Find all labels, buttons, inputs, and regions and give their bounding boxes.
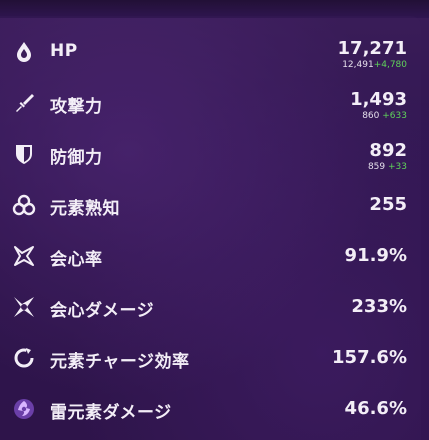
stat-value: 892 <box>369 140 407 161</box>
stat-row-energy-recharge: 元素チャージ効率 157.6% <box>0 334 421 382</box>
stat-base: 859 <box>367 162 386 172</box>
stat-label: 会心ダメージ <box>50 301 155 321</box>
stat-row-elemental-mastery: 元素熟知 255 <box>0 181 421 229</box>
stat-base: 860 <box>362 111 380 121</box>
stat-value: 1,493 <box>350 89 407 110</box>
stat-value: 233% <box>351 296 407 317</box>
shield-icon <box>12 142 36 166</box>
stat-breakdown: 12,491+4,780 <box>342 60 407 70</box>
energy-recharge-icon <box>12 346 36 370</box>
stat-row-hp: HP 17,271 12,491+4,780 <box>0 28 421 76</box>
stat-breakdown: 860 +633 <box>362 111 407 121</box>
stat-row-crit-damage: 会心ダメージ 233% <box>0 283 421 331</box>
stat-bonus: +4,780 <box>373 60 407 70</box>
stat-row-def: 防御力 892 859 +33 <box>0 130 421 178</box>
stat-label: 防御力 <box>50 148 103 168</box>
stat-row-electro-damage: 雷元素ダメージ 46.6% <box>0 385 421 433</box>
stat-breakdown: 859 +33 <box>368 162 407 172</box>
crit-damage-icon <box>12 295 36 319</box>
character-stats-screen: HP 17,271 12,491+4,780 攻撃力 1,493 860 +63… <box>0 0 429 440</box>
stat-label: HP <box>50 41 78 61</box>
crit-rate-icon <box>12 244 36 268</box>
stat-base: 12,491 <box>342 60 374 70</box>
stat-value: 255 <box>369 194 407 215</box>
stat-row-atk: 攻撃力 1,493 860 +633 <box>0 79 421 127</box>
stat-value: 157.6% <box>332 347 407 368</box>
stat-label: 元素チャージ効率 <box>50 352 190 372</box>
elemental-mastery-icon <box>12 193 36 217</box>
sword-icon <box>12 91 36 115</box>
stat-label: 元素熟知 <box>50 199 120 219</box>
stat-value: 91.9% <box>344 245 407 266</box>
electro-damage-icon <box>12 397 36 421</box>
stat-value: 46.6% <box>344 398 407 419</box>
stat-label: 会心率 <box>50 250 103 270</box>
stat-row-crit-rate: 会心率 91.9% <box>0 232 421 280</box>
stat-bonus: +633 <box>382 111 407 121</box>
hp-drop-icon <box>12 40 36 64</box>
stat-label: 雷元素ダメージ <box>50 403 172 423</box>
stat-value: 17,271 <box>337 38 407 59</box>
stat-bonus: +33 <box>388 162 407 172</box>
stat-label: 攻撃力 <box>50 97 103 117</box>
stats-panel: HP 17,271 12,491+4,780 攻撃力 1,493 860 +63… <box>0 16 421 440</box>
